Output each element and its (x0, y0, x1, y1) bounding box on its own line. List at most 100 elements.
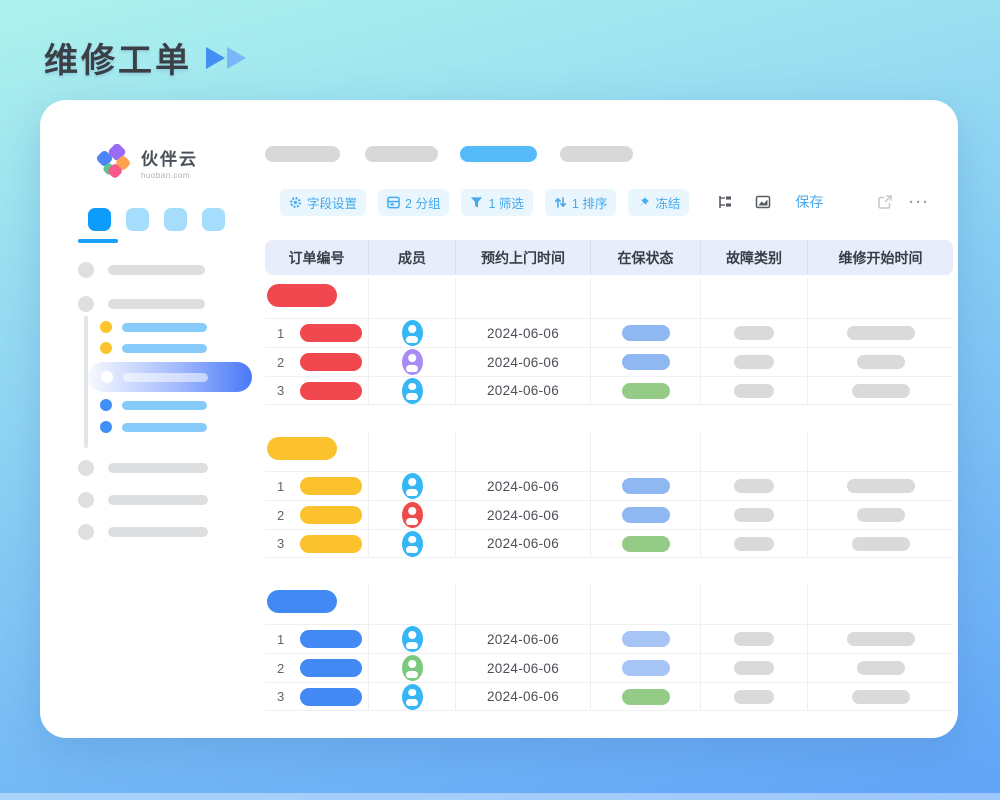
group-label-pill[interactable] (267, 590, 337, 613)
sidebar-item[interactable] (78, 524, 208, 540)
cell-fault-category[interactable] (700, 654, 807, 682)
sidebar-tab-1[interactable] (88, 208, 111, 231)
view-tab-1[interactable] (265, 146, 340, 162)
group-label-pill[interactable] (267, 284, 337, 307)
cell-fault-category[interactable] (700, 348, 807, 376)
cell-repair-start-time[interactable] (807, 319, 953, 347)
cell-warranty-status[interactable] (590, 377, 700, 404)
sidebar-item[interactable] (78, 492, 208, 508)
cell-repair-start-time[interactable] (807, 654, 953, 682)
cell-fault-category[interactable] (700, 472, 807, 500)
cell-appointment-time[interactable]: 2024-06-06 (455, 472, 590, 500)
sidebar-item[interactable] (78, 460, 208, 476)
cell-warranty-status[interactable] (590, 530, 700, 557)
cell-appointment-time[interactable]: 2024-06-06 (455, 377, 590, 404)
sidebar-tab-3[interactable] (164, 208, 187, 231)
toolbar-button-pin[interactable]: 冻结 (628, 189, 689, 216)
cell-fault-category[interactable] (700, 377, 807, 404)
cell-appointment-time[interactable]: 2024-06-06 (455, 319, 590, 347)
cell-fault-category[interactable] (700, 625, 807, 653)
cell-appointment-time[interactable]: 2024-06-06 (455, 625, 590, 653)
sidebar-item[interactable] (78, 262, 205, 278)
toolbar-button-gear[interactable]: 字段设置 (280, 189, 366, 216)
column-header-2[interactable]: 成员 (368, 240, 455, 275)
share-icon[interactable] (877, 194, 893, 210)
cell-order-number[interactable]: 2 (265, 501, 368, 529)
cell-repair-start-time[interactable] (807, 530, 953, 557)
view-tab-3-active[interactable] (460, 146, 537, 162)
sidebar-tree-item[interactable] (100, 421, 207, 433)
column-header-3[interactable]: 预约上门时间 (455, 240, 590, 275)
cell-appointment-time[interactable]: 2024-06-06 (455, 683, 590, 710)
item-label-placeholder (122, 401, 207, 410)
cell-warranty-status[interactable] (590, 683, 700, 710)
column-header-6[interactable]: 维修开始时间 (807, 240, 953, 275)
cell-repair-start-time[interactable] (807, 625, 953, 653)
cell-member[interactable] (368, 348, 455, 376)
toolbar: 字段设置 2 分组 1 筛选 1 排序冻结 保存 ··· (265, 188, 953, 216)
repair-start-placeholder (857, 661, 905, 675)
sidebar-tree-item[interactable] (100, 399, 207, 411)
column-header-4[interactable]: 在保状态 (590, 240, 700, 275)
member-avatar (402, 684, 423, 710)
sidebar-item[interactable] (78, 296, 205, 312)
member-avatar (402, 349, 423, 375)
group-header-cell (807, 278, 953, 318)
cell-fault-category[interactable] (700, 501, 807, 529)
cell-warranty-status[interactable] (590, 501, 700, 529)
toolbar-button-group[interactable]: 2 分组 (378, 189, 449, 216)
cell-member[interactable] (368, 472, 455, 500)
cell-member[interactable] (368, 319, 455, 347)
cell-appointment-time[interactable]: 2024-06-06 (455, 348, 590, 376)
sidebar-tree-item[interactable] (100, 321, 207, 333)
more-icon[interactable]: ··· (909, 195, 930, 210)
sidebar-tree-item[interactable] (100, 342, 207, 354)
cell-order-number[interactable]: 1 (265, 625, 368, 653)
cell-warranty-status[interactable] (590, 472, 700, 500)
toolbar-button-sort[interactable]: 1 排序 (545, 189, 616, 216)
cell-order-number[interactable]: 2 (265, 348, 368, 376)
cell-appointment-time[interactable]: 2024-06-06 (455, 530, 590, 557)
sidebar-tab-2[interactable] (126, 208, 149, 231)
cell-appointment-time[interactable]: 2024-06-06 (455, 501, 590, 529)
chart-icon[interactable] (755, 194, 771, 210)
cell-warranty-status[interactable] (590, 319, 700, 347)
cell-order-number[interactable]: 1 (265, 472, 368, 500)
cell-fault-category[interactable] (700, 683, 807, 710)
row-index: 2 (277, 661, 287, 676)
cell-repair-start-time[interactable] (807, 472, 953, 500)
app-logo[interactable]: 伙伴云 huoban.com (96, 144, 198, 180)
cell-member[interactable] (368, 654, 455, 682)
save-button[interactable]: 保存 (795, 192, 823, 212)
cell-order-number[interactable]: 3 (265, 530, 368, 557)
sidebar-tree-item-selected[interactable] (88, 362, 252, 392)
cell-member[interactable] (368, 377, 455, 404)
cell-repair-start-time[interactable] (807, 377, 953, 404)
cell-member[interactable] (368, 530, 455, 557)
cell-fault-category[interactable] (700, 319, 807, 347)
cell-repair-start-time[interactable] (807, 683, 953, 710)
cell-order-number[interactable]: 1 (265, 319, 368, 347)
status-pill (622, 354, 670, 370)
view-tab-4[interactable] (560, 146, 633, 162)
toolbar-button-filter[interactable]: 1 筛选 (461, 189, 532, 216)
cell-order-number[interactable]: 3 (265, 377, 368, 404)
cell-warranty-status[interactable] (590, 625, 700, 653)
column-header-5[interactable]: 故障类别 (700, 240, 807, 275)
hierarchy-icon[interactable] (717, 194, 733, 210)
sidebar-tab-4[interactable] (202, 208, 225, 231)
cell-member[interactable] (368, 501, 455, 529)
cell-order-number[interactable]: 3 (265, 683, 368, 710)
cell-warranty-status[interactable] (590, 654, 700, 682)
cell-order-number[interactable]: 2 (265, 654, 368, 682)
cell-warranty-status[interactable] (590, 348, 700, 376)
cell-member[interactable] (368, 625, 455, 653)
cell-repair-start-time[interactable] (807, 348, 953, 376)
group-label-pill[interactable] (267, 437, 337, 460)
cell-repair-start-time[interactable] (807, 501, 953, 529)
cell-fault-category[interactable] (700, 530, 807, 557)
cell-appointment-time[interactable]: 2024-06-06 (455, 654, 590, 682)
column-header-1[interactable]: 订单编号 (265, 240, 368, 275)
view-tab-2[interactable] (365, 146, 438, 162)
cell-member[interactable] (368, 683, 455, 710)
